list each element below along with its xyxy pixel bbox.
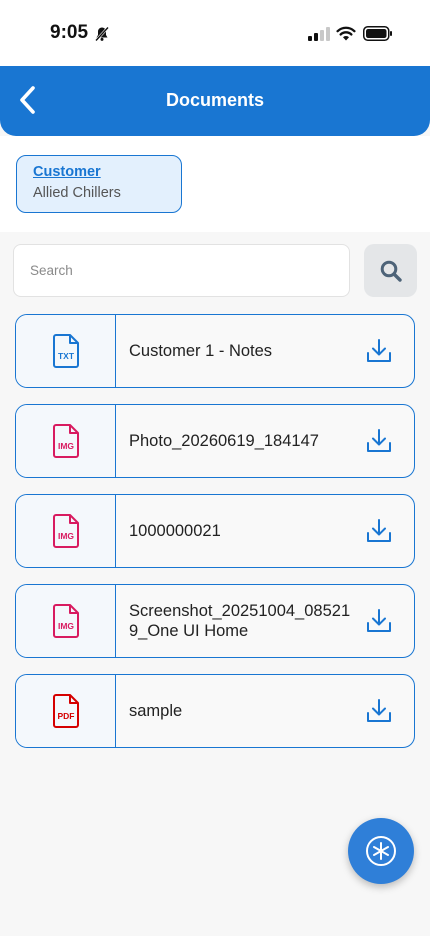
download-button[interactable]: [364, 426, 394, 456]
file-img-icon: IMG: [52, 424, 79, 458]
file-type-label: IMG: [57, 531, 73, 541]
customer-name: Allied Chillers: [33, 185, 121, 201]
battery-icon: [363, 26, 392, 41]
document-item[interactable]: PDF sample: [15, 674, 415, 748]
status-bar: 9:05: [0, 0, 430, 66]
document-item[interactable]: IMG Screenshot_20251004_085219_One UI Hom…: [15, 584, 415, 658]
fab-button[interactable]: [348, 818, 414, 884]
document-item[interactable]: IMG 1000000021: [15, 494, 415, 568]
document-name: 1000000021: [129, 522, 221, 540]
customer-card: Customer Allied Chillers: [16, 155, 182, 213]
customer-section: Customer Allied Chillers: [0, 136, 430, 232]
document-name: sample: [129, 702, 183, 720]
file-type-cell: TXT: [16, 315, 116, 387]
file-type-cell: IMG: [16, 585, 116, 657]
file-type-cell: IMG: [16, 405, 116, 477]
document-item[interactable]: IMG Photo_20260619_184147: [15, 404, 415, 478]
file-type-cell: IMG: [16, 495, 116, 567]
download-button[interactable]: [364, 696, 394, 726]
download-button[interactable]: [364, 606, 394, 636]
file-img-icon: IMG: [52, 604, 79, 638]
search-input[interactable]: [13, 244, 350, 297]
file-type-label: IMG: [57, 441, 73, 451]
document-name: Customer 1 - Notes: [129, 342, 273, 360]
download-icon: [367, 699, 391, 722]
file-type-label: TXT: [57, 351, 74, 361]
file-type-cell: PDF: [16, 675, 116, 747]
asterisk-icon: [366, 836, 396, 866]
search-icon: [380, 260, 402, 282]
file-txt-icon: TXT: [52, 334, 79, 368]
document-name: Screenshot_20251004_085219_One UI Home: [129, 602, 351, 640]
file-type-label: IMG: [57, 621, 73, 631]
signal-icon: [308, 27, 330, 41]
file-pdf-icon: PDF: [52, 694, 79, 728]
document-item[interactable]: TXT Customer 1 - Notes: [15, 314, 415, 388]
download-icon: [367, 519, 391, 542]
download-button[interactable]: [364, 516, 394, 546]
download-icon: [367, 339, 391, 362]
file-img-icon: IMG: [52, 514, 79, 548]
app-header: Documents: [0, 66, 430, 136]
download-button[interactable]: [364, 336, 394, 366]
document-list: TXT Customer 1 - Notes IMG Photo_20260619_1…: [15, 314, 415, 764]
download-icon: [367, 429, 391, 452]
customer-link[interactable]: Customer: [33, 164, 165, 180]
search-button[interactable]: [364, 244, 417, 297]
download-icon: [367, 609, 391, 632]
document-name: Photo_20260619_184147: [129, 432, 319, 450]
wifi-icon: [336, 26, 356, 41]
file-type-label: PDF: [57, 711, 74, 721]
page-title: Documents: [165, 90, 264, 110]
bell-slash-icon: [95, 26, 109, 42]
status-time: 9:05: [50, 22, 89, 43]
